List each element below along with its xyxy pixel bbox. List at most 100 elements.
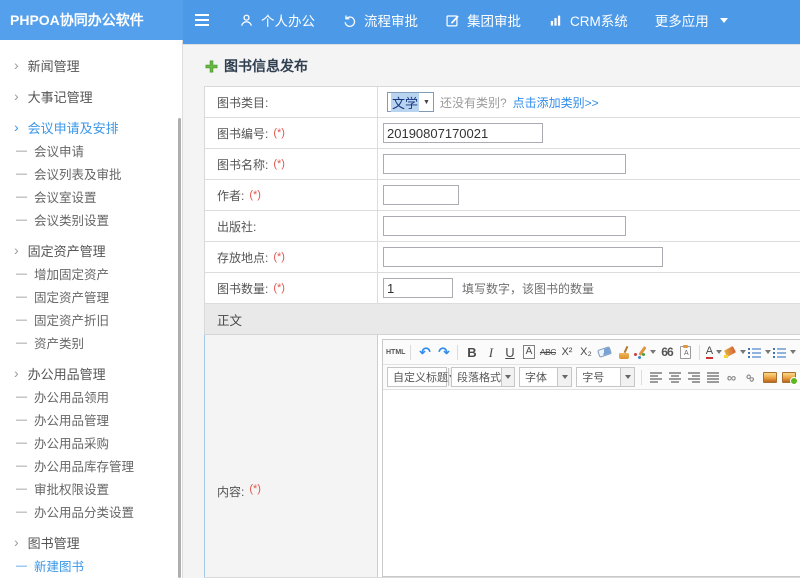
sidebar-item[interactable]: 办公用品分类设置 [0, 500, 182, 523]
sidebar-group[interactable]: 新闻管理 [0, 53, 182, 77]
insert-image-button[interactable] [761, 367, 778, 388]
undo-button[interactable]: ↶ [416, 342, 433, 363]
format-brush-button[interactable] [615, 342, 632, 363]
strikethrough-button[interactable]: ABC [539, 342, 556, 363]
redo-button[interactable]: ↷ [435, 342, 452, 363]
paragraph-format-select-label: 段落格式 [457, 369, 501, 385]
sidebar-item-label: 新建图书 [34, 556, 84, 575]
sidebar-item[interactable]: 增加固定资产 [0, 262, 182, 285]
sidebar-group[interactable]: 大事记管理 [0, 84, 182, 108]
custom-title-select[interactable]: 自定义标题 [387, 367, 447, 387]
required-mark: (*) [273, 251, 285, 263]
underline-button[interactable]: U [501, 342, 518, 363]
paste-text-button[interactable] [677, 342, 694, 363]
insert-flash-button[interactable] [780, 367, 797, 388]
page-title: 图书信息发布 [205, 56, 800, 76]
superscript-button[interactable]: X² [558, 342, 575, 363]
eraser-button[interactable] [596, 342, 613, 363]
align-left-button[interactable] [647, 367, 664, 388]
highlight-color-button[interactable] [724, 342, 746, 363]
sidebar-item-label: 办公用品领用 [34, 387, 109, 406]
sidebar-scrollbar[interactable] [178, 118, 181, 578]
page-title-text: 图书信息发布 [224, 56, 308, 76]
book-code-input[interactable] [383, 123, 543, 143]
quantity-input[interactable] [383, 278, 453, 298]
sidebar-item[interactable]: 资产类别 [0, 331, 182, 354]
font-family-select[interactable]: 字体 [519, 367, 572, 387]
sidebar-item[interactable]: 办公用品采购 [0, 431, 182, 454]
font-family-select-label: 字体 [525, 369, 547, 385]
history-icon [342, 13, 357, 28]
content-top-strip [183, 40, 800, 45]
sidebar-item-label: 办公用品库存管理 [34, 456, 134, 475]
sidebar-group[interactable]: 会议申请及安排 [0, 115, 182, 139]
align-right-icon [688, 372, 700, 383]
sidebar-item-label: 办公用品采购 [34, 433, 109, 452]
paragraph-format-select[interactable]: 段落格式 [451, 367, 515, 387]
blockquote-button[interactable]: 66 [658, 342, 675, 363]
link-button[interactable]: ∞ [723, 367, 740, 388]
sidebar-item[interactable]: 会议列表及审批 [0, 162, 182, 185]
sidebar-group-label: 图书管理 [28, 533, 80, 552]
sidebar-item-label: 资产类别 [34, 333, 84, 352]
sidebar-item[interactable]: 办公用品管理 [0, 408, 182, 431]
editor-toolbar-row1: HTML↶↷BIUAABCX²X₂66A [383, 340, 800, 365]
category-select[interactable]: 文学 ▼ [387, 92, 434, 112]
menu-toggle-button[interactable] [189, 7, 215, 33]
caret-down-icon [716, 350, 722, 354]
font-size-select[interactable]: 字号 [576, 367, 635, 387]
align-center-button[interactable] [666, 367, 683, 388]
sidebar-item[interactable]: 固定资产折旧 [0, 308, 182, 331]
ordered-list-button[interactable] [748, 342, 771, 363]
book-form: 图书类目: 文学 ▼ 还没有类别? 点击添加类别>> 图书编号:(*) 图书名称… [204, 86, 800, 578]
sidebar-group[interactable]: 图书管理 [0, 530, 182, 554]
subscript-button[interactable]: X₂ [577, 342, 594, 363]
main-content: 图书信息发布 图书类目: 文学 ▼ 还没有类别? 点击添加类别>> 图书编号:(… [183, 40, 800, 578]
add-category-link[interactable]: 点击添加类别>> [513, 94, 599, 111]
unordered-list-button[interactable] [773, 342, 796, 363]
sidebar-group-label: 大事记管理 [28, 87, 93, 106]
subscript-icon: X₂ [580, 347, 592, 358]
sidebar-item[interactable]: 办公用品库存管理 [0, 454, 182, 477]
align-justify-button[interactable] [704, 367, 721, 388]
sidebar-item[interactable]: 办公用品领用 [0, 385, 182, 408]
sidebar-group[interactable]: 办公用品管理 [0, 361, 182, 385]
editor-content-area[interactable] [383, 390, 800, 576]
author-input[interactable] [383, 185, 459, 205]
font-color-button[interactable]: A [705, 342, 722, 363]
sidebar-group[interactable]: 固定资产管理 [0, 238, 182, 262]
format-brush-icon [618, 346, 630, 359]
unlink-button[interactable]: ∞ [742, 367, 759, 388]
sidebar-item[interactable]: 会议申请 [0, 139, 182, 162]
caret-down-icon [501, 368, 514, 386]
sidebar-item[interactable]: 会议类别设置 [0, 208, 182, 231]
location-input[interactable] [383, 247, 663, 267]
source-button[interactable]: HTML [386, 342, 405, 363]
book-name-input[interactable] [383, 154, 626, 174]
nav-workflow-approval[interactable]: 流程审批 [342, 10, 418, 30]
nav-more-apps[interactable]: 更多应用 [655, 10, 728, 30]
sidebar-item[interactable]: 审批权限设置 [0, 477, 182, 500]
publisher-input[interactable] [383, 216, 626, 236]
sidebar-item[interactable]: 会议室设置 [0, 185, 182, 208]
sidebar-item-label: 审批权限设置 [34, 479, 109, 498]
align-right-button[interactable] [685, 367, 702, 388]
location-label: 存放地点: [217, 249, 268, 266]
char-border-button[interactable]: A [520, 342, 537, 363]
insert-flash-icon [782, 372, 796, 383]
sidebar-item[interactable]: 新建图书 [0, 554, 182, 577]
layout: 新闻管理大事记管理会议申请及安排会议申请会议列表及审批会议室设置会议类别设置固定… [0, 40, 800, 578]
sidebar-item[interactable]: 固定资产管理 [0, 285, 182, 308]
required-mark: (*) [249, 189, 261, 201]
caret-down-icon [557, 368, 571, 386]
spellcheck-button[interactable] [634, 342, 656, 363]
nav-personal-office[interactable]: 个人办公 [239, 10, 315, 30]
bold-button[interactable]: B [463, 342, 480, 363]
sidebar-item-label: 固定资产折旧 [34, 310, 109, 329]
nav-crm-system[interactable]: CRM系统 [548, 10, 628, 30]
italic-button[interactable]: I [482, 342, 499, 363]
nav-label: 更多应用 [655, 10, 709, 30]
rich-text-editor: HTML↶↷BIUAABCX²X₂66A 自定义标题段落格式字体字号∞∞ [378, 335, 800, 577]
quantity-label: 图书数量: [217, 280, 268, 297]
nav-group-approval[interactable]: 集团审批 [445, 10, 521, 30]
